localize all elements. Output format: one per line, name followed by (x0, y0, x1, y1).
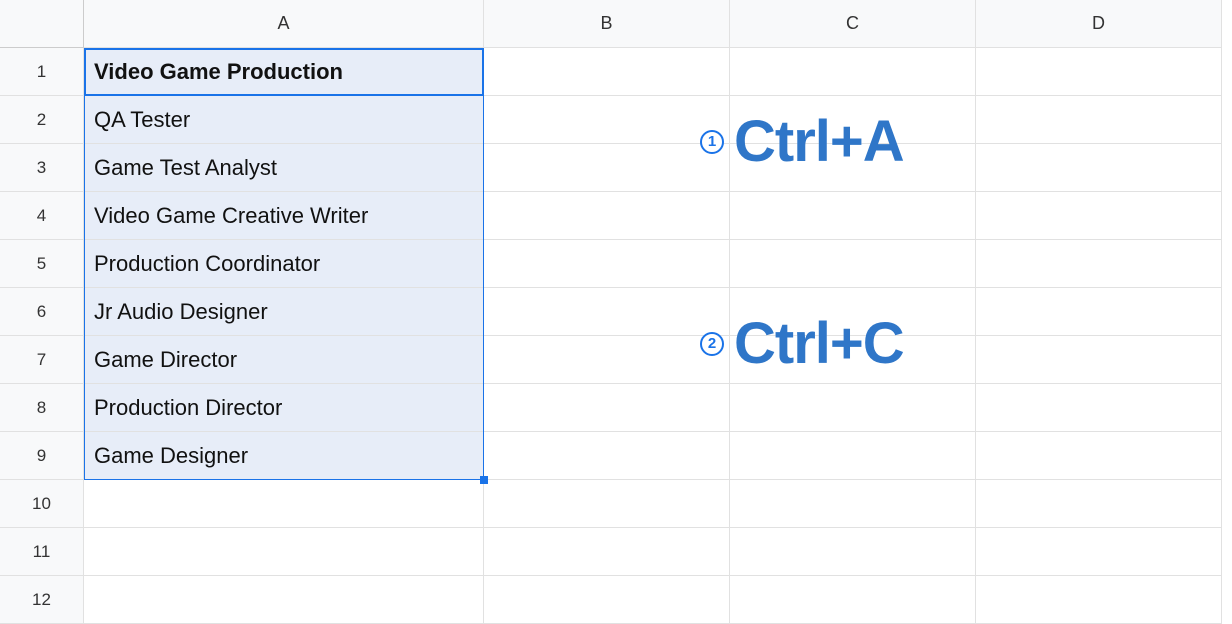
col-header-C[interactable]: C (730, 0, 976, 48)
cell-A1[interactable]: Video Game Production (84, 48, 484, 96)
cell-A12[interactable] (84, 576, 484, 624)
col-header-D[interactable]: D (976, 0, 1222, 48)
cell-D8[interactable] (976, 384, 1222, 432)
cell-B9[interactable] (484, 432, 730, 480)
cell-B4[interactable] (484, 192, 730, 240)
row-header-10[interactable]: 10 (0, 480, 84, 528)
row-header-1[interactable]: 1 (0, 48, 84, 96)
cell-C6[interactable] (730, 288, 976, 336)
cell-D11[interactable] (976, 528, 1222, 576)
cell-A3[interactable]: Game Test Analyst (84, 144, 484, 192)
cell-C4[interactable] (730, 192, 976, 240)
cell-A10[interactable] (84, 480, 484, 528)
cell-D5[interactable] (976, 240, 1222, 288)
cell-C8[interactable] (730, 384, 976, 432)
row-header-4[interactable]: 4 (0, 192, 84, 240)
cell-C12[interactable] (730, 576, 976, 624)
cell-C5[interactable] (730, 240, 976, 288)
row-header-12[interactable]: 12 (0, 576, 84, 624)
cell-B8[interactable] (484, 384, 730, 432)
cell-A11[interactable] (84, 528, 484, 576)
cell-C10[interactable] (730, 480, 976, 528)
cell-A6[interactable]: Jr Audio Designer (84, 288, 484, 336)
cell-C3[interactable] (730, 144, 976, 192)
cell-A9[interactable]: Game Designer (84, 432, 484, 480)
cell-D12[interactable] (976, 576, 1222, 624)
cell-A7[interactable]: Game Director (84, 336, 484, 384)
col-header-A[interactable]: A (84, 0, 484, 48)
cell-D10[interactable] (976, 480, 1222, 528)
row-header-9[interactable]: 9 (0, 432, 84, 480)
cell-D6[interactable] (976, 288, 1222, 336)
select-all-corner[interactable] (0, 0, 84, 48)
cell-B11[interactable] (484, 528, 730, 576)
spreadsheet-grid[interactable]: A B C D 1 Video Game Production 2 QA Tes… (0, 0, 1232, 624)
cell-A8[interactable]: Production Director (84, 384, 484, 432)
cell-C11[interactable] (730, 528, 976, 576)
cell-B6[interactable] (484, 288, 730, 336)
cell-D2[interactable] (976, 96, 1222, 144)
cell-D4[interactable] (976, 192, 1222, 240)
fill-handle[interactable] (480, 476, 488, 484)
cell-B5[interactable] (484, 240, 730, 288)
cell-A4[interactable]: Video Game Creative Writer (84, 192, 484, 240)
row-header-7[interactable]: 7 (0, 336, 84, 384)
cell-B12[interactable] (484, 576, 730, 624)
cell-C1[interactable] (730, 48, 976, 96)
row-header-11[interactable]: 11 (0, 528, 84, 576)
cell-D3[interactable] (976, 144, 1222, 192)
cell-D9[interactable] (976, 432, 1222, 480)
col-header-B[interactable]: B (484, 0, 730, 48)
row-header-2[interactable]: 2 (0, 96, 84, 144)
cell-C2[interactable] (730, 96, 976, 144)
cell-B3[interactable] (484, 144, 730, 192)
row-header-5[interactable]: 5 (0, 240, 84, 288)
cell-A5[interactable]: Production Coordinator (84, 240, 484, 288)
cell-B10[interactable] (484, 480, 730, 528)
row-header-3[interactable]: 3 (0, 144, 84, 192)
row-header-6[interactable]: 6 (0, 288, 84, 336)
cell-C9[interactable] (730, 432, 976, 480)
cell-B7[interactable] (484, 336, 730, 384)
cell-A2[interactable]: QA Tester (84, 96, 484, 144)
cell-B1[interactable] (484, 48, 730, 96)
cell-C7[interactable] (730, 336, 976, 384)
cell-D7[interactable] (976, 336, 1222, 384)
cell-B2[interactable] (484, 96, 730, 144)
row-header-8[interactable]: 8 (0, 384, 84, 432)
cell-D1[interactable] (976, 48, 1222, 96)
